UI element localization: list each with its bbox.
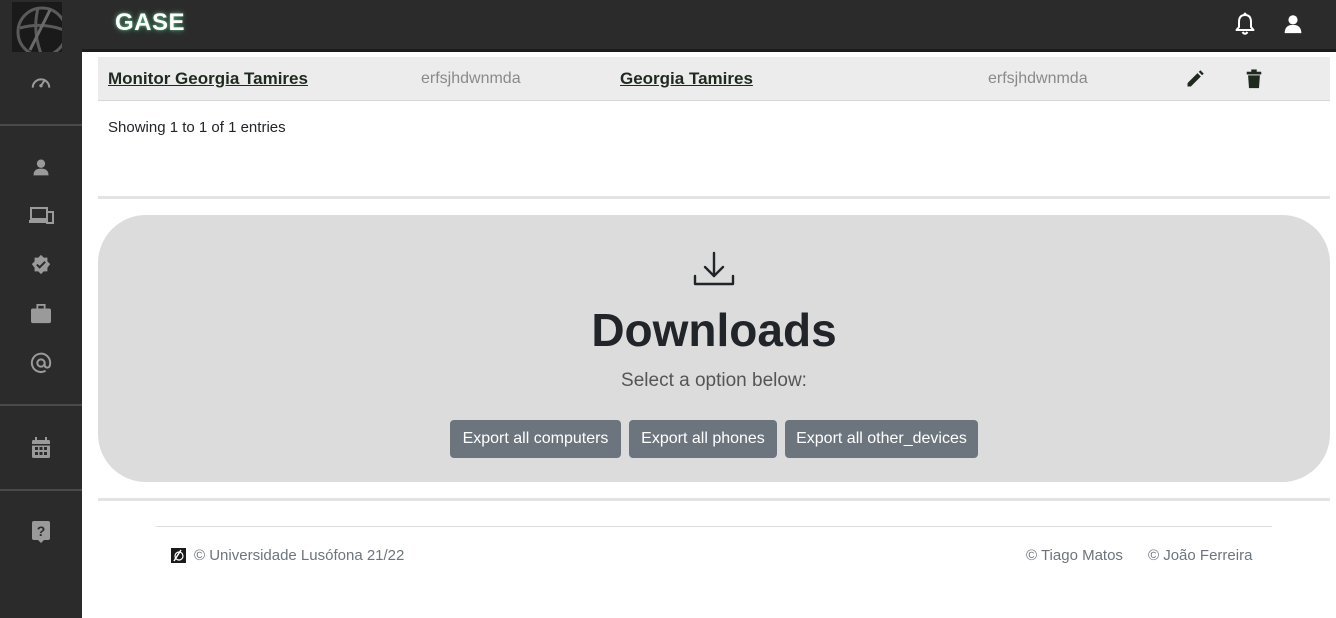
sidebar-item-users[interactable] [0, 149, 82, 189]
user-icon[interactable] [1281, 12, 1305, 36]
download-icon [692, 250, 736, 290]
briefcase-icon [30, 303, 52, 329]
sidebar-divider [0, 124, 82, 126]
sidebar-item-calendar[interactable] [0, 430, 82, 470]
logo[interactable] [12, 2, 62, 52]
dashboard-icon [30, 72, 52, 99]
help-icon: ? [31, 520, 51, 549]
sidebar-item-work[interactable] [0, 296, 82, 336]
sidebar-divider [0, 404, 82, 406]
downloads-title: Downloads [591, 304, 837, 356]
sidebar-item-help[interactable]: ? [0, 514, 82, 554]
at-sign-icon [30, 352, 52, 379]
owner-name-link[interactable]: Georgia Tamires [620, 69, 753, 89]
sidebar-item-certified[interactable] [0, 247, 82, 287]
sidebar-item-dashboard[interactable] [0, 65, 82, 105]
top-navbar: GASE [82, 0, 1336, 52]
edit-icon[interactable] [1184, 68, 1206, 90]
footer-copyright: © Universidade Lusófona 21/22 [194, 547, 405, 564]
verified-badge-icon [30, 254, 52, 281]
sidebar-item-email[interactable] [0, 345, 82, 385]
downloads-subtitle: Select a option below: [621, 370, 807, 391]
device-code: erfsjhdwnmda [421, 70, 521, 87]
devices-icon [28, 206, 54, 231]
user-icon [31, 157, 51, 182]
divider [98, 498, 1330, 501]
footer-divider [156, 526, 1272, 527]
export-computers-button[interactable]: Export all computers [450, 420, 621, 458]
footer-author-link[interactable]: © Tiago Matos [1026, 547, 1123, 564]
downloads-panel: Downloads Select a option below: Export … [98, 215, 1330, 482]
divider [98, 196, 1330, 199]
footer-author-link[interactable]: © João Ferreira [1148, 547, 1252, 564]
device-name-link[interactable]: Monitor Georgia Tamires [108, 69, 308, 89]
brand-title[interactable]: GASE [115, 9, 185, 37]
table-info: Showing 1 to 1 of 1 entries [108, 119, 286, 136]
trash-icon[interactable] [1243, 68, 1265, 90]
bell-icon[interactable] [1233, 12, 1257, 36]
sidebar-divider [0, 489, 82, 491]
table-row: Monitor Georgia Tamires erfsjhdwnmda Geo… [98, 57, 1330, 101]
owner-code: erfsjhdwnmda [988, 70, 1088, 87]
export-phones-button[interactable]: Export all phones [629, 420, 777, 458]
svg-text:?: ? [37, 523, 46, 539]
university-logo-icon [171, 548, 186, 563]
sidebar-item-devices[interactable] [0, 198, 82, 238]
sidebar: ? [0, 0, 82, 618]
calendar-icon [31, 436, 51, 464]
export-other-devices-button[interactable]: Export all other_devices [785, 420, 978, 458]
